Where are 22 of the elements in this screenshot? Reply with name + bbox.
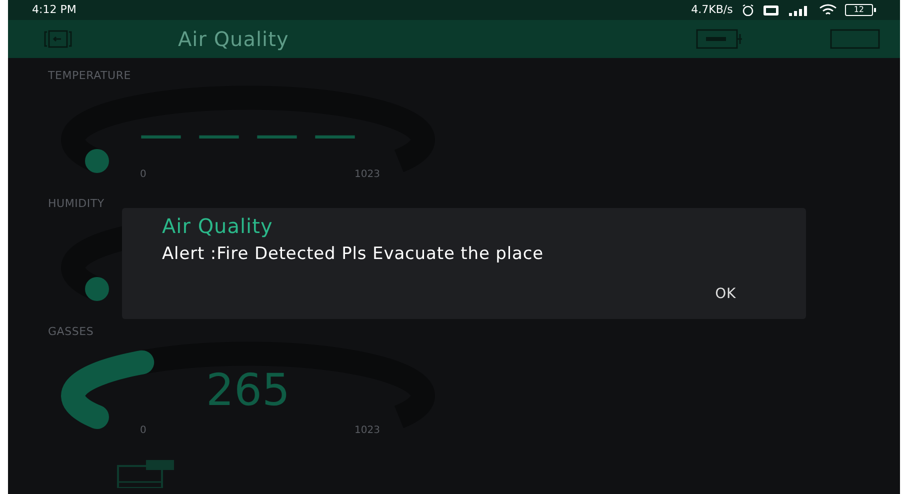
gauge-min: 0 — [140, 168, 146, 182]
battery-indicator: 12 — [844, 4, 876, 16]
dialog-title: Air Quality — [162, 214, 274, 239]
alarm-icon — [740, 4, 755, 16]
gauge-max: 1023 — [354, 424, 380, 438]
gauge-max: 1023 — [354, 168, 380, 182]
gauge-value: — — — — — [139, 113, 357, 157]
wifi-icon — [818, 4, 837, 16]
dialog-message: Alert :Fire Detected Pls Evacuate the place — [162, 245, 545, 263]
battery-icon[interactable] — [696, 29, 744, 49]
network-speed: 4.7KB/s — [691, 2, 733, 18]
gauge-value: 265 — [206, 369, 290, 413]
volte-icon — [762, 4, 779, 16]
back-icon[interactable] — [44, 30, 72, 48]
gauge-label: TEMPERATURE — [48, 70, 132, 81]
gauge-label: GASSES — [48, 326, 94, 337]
clock: 4:12 PM — [32, 2, 76, 18]
gauge-min: 0 — [140, 424, 146, 438]
ok-button[interactable]: OK — [715, 284, 736, 305]
app-title: Air Quality — [178, 26, 289, 53]
gauge-label: HUMIDITY — [48, 198, 104, 209]
square-icon[interactable] — [830, 29, 880, 49]
